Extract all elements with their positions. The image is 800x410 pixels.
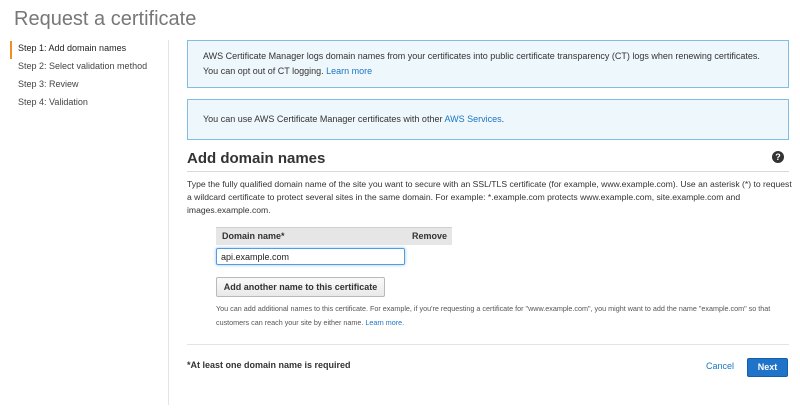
learn-more-link[interactable]: Learn more <box>326 66 372 76</box>
cancel-button[interactable]: Cancel <box>706 361 734 371</box>
help-circle-icon[interactable]: ? <box>772 151 784 163</box>
step-validation[interactable]: Step 4: Validation <box>10 95 170 113</box>
aws-services-suffix: . <box>501 114 505 124</box>
ct-logging-info-box: AWS Certificate Manager logs domain name… <box>187 40 789 88</box>
hint-learn-more-link[interactable]: Learn more. <box>365 318 404 327</box>
next-button[interactable]: Next <box>747 358 788 377</box>
footer-divider <box>187 344 789 345</box>
page-title: Request a certificate <box>14 8 197 30</box>
hint-text: You can add additional names to this cer… <box>216 304 771 327</box>
ct-logging-info-text: AWS Certificate Manager logs domain name… <box>203 49 773 79</box>
domain-table-header: Domain name* Remove <box>216 227 452 245</box>
step-add-domain-names[interactable]: Step 1: Add domain names <box>10 41 170 59</box>
remove-column-header: Remove <box>412 231 448 241</box>
domain-name-column-header: Domain name* <box>222 231 285 241</box>
additional-names-hint: You can add additional names to this cer… <box>216 302 791 330</box>
step-select-validation-method[interactable]: Step 2: Select validation method <box>10 59 170 77</box>
domain-name-input[interactable] <box>216 248 405 265</box>
section-description: Type the fully qualified domain name of … <box>187 179 792 215</box>
aws-services-link[interactable]: AWS Services <box>444 114 501 124</box>
section-divider <box>187 171 789 172</box>
aws-services-info-box: You can use AWS Certificate Manager cert… <box>187 99 789 140</box>
sidebar-divider <box>168 40 169 405</box>
wizard-steps: Step 1: Add domain names Step 2: Select … <box>10 41 170 113</box>
aws-services-message: You can use AWS Certificate Manager cert… <box>203 114 443 124</box>
step-review[interactable]: Step 3: Review <box>10 77 170 95</box>
aws-services-info-text: You can use AWS Certificate Manager cert… <box>203 112 504 127</box>
add-another-name-button[interactable]: Add another name to this certificate <box>216 277 385 297</box>
ct-logging-message: AWS Certificate Manager logs domain name… <box>203 51 760 76</box>
section-title: Add domain names <box>187 150 326 167</box>
required-note: *At least one domain name is required <box>187 360 351 370</box>
